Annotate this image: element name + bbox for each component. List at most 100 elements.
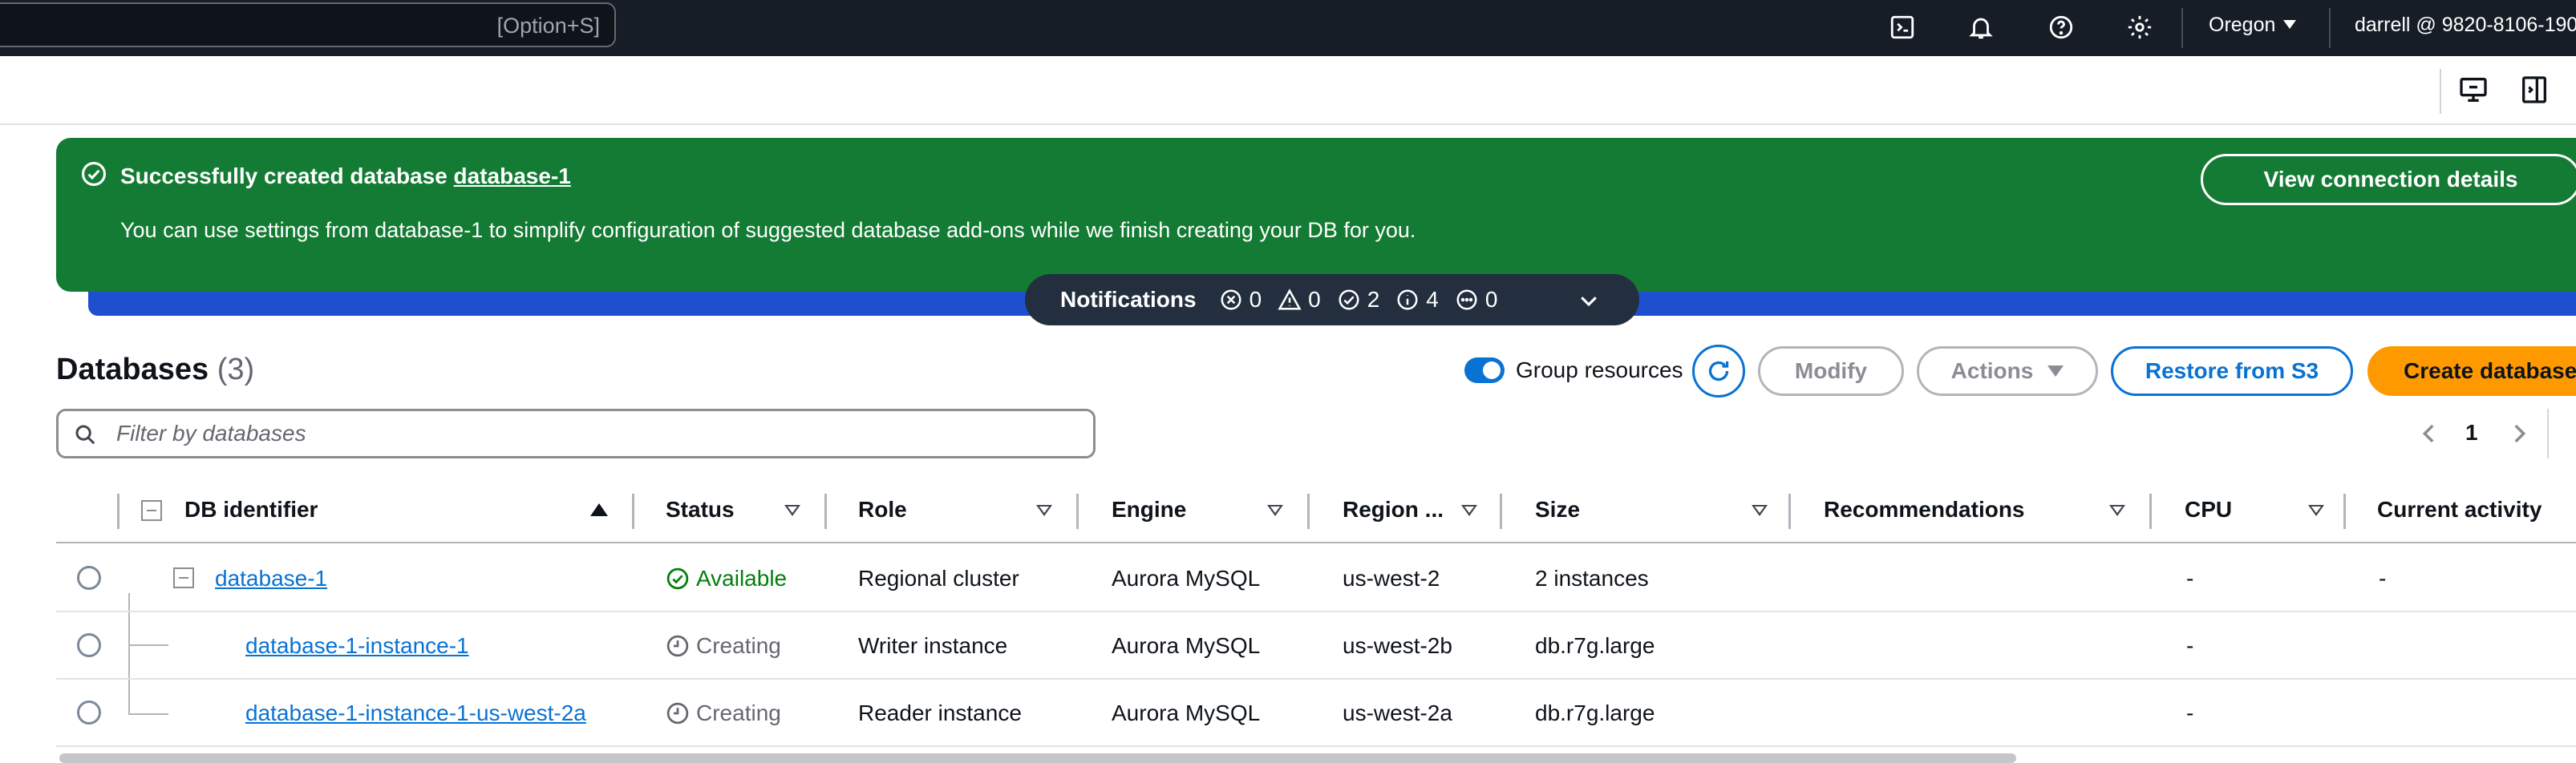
caret-down-icon xyxy=(2047,365,2064,377)
pagination-divider xyxy=(2547,409,2549,458)
sort-icon[interactable] xyxy=(1752,505,1768,516)
cloudshell-icon[interactable] xyxy=(1885,10,1920,45)
status-badge: Creating xyxy=(666,633,781,659)
error-count: 0 xyxy=(1249,287,1262,312)
in-progress-icon xyxy=(1456,289,1477,310)
role-cell: Reader instance xyxy=(858,700,1022,725)
notif-success-count: 2 xyxy=(1337,287,1379,313)
sort-icon[interactable] xyxy=(1267,505,1283,516)
toolbar-divider xyxy=(2440,69,2441,114)
column-separator xyxy=(1500,494,1502,529)
sort-icon[interactable] xyxy=(1461,505,1477,516)
engine-cell: Aurora MySQL xyxy=(1112,700,1261,725)
region-selector[interactable]: Oregon xyxy=(2209,14,2297,37)
sort-icon[interactable] xyxy=(784,505,800,516)
clock-icon xyxy=(666,635,689,657)
current-page[interactable]: 1 xyxy=(2465,420,2478,446)
cpu-cell: - xyxy=(2186,633,2194,658)
chevron-right-icon[interactable] xyxy=(2505,420,2533,447)
account-menu[interactable]: darrell @ 9820-8106-190 xyxy=(2355,14,2576,37)
chevron-down-icon[interactable] xyxy=(1577,289,1601,313)
account-label: darrell @ 9820-8106-190 xyxy=(2355,14,2576,36)
col-engine[interactable]: Engine xyxy=(1112,497,1186,523)
row-select-radio[interactable] xyxy=(77,566,101,590)
sort-icon[interactable] xyxy=(2109,505,2125,516)
filter-field[interactable] xyxy=(56,409,1096,458)
status-badge: Available xyxy=(666,566,787,591)
help-icon[interactable] xyxy=(2043,10,2079,45)
column-separator xyxy=(1788,494,1791,529)
refresh-icon xyxy=(1708,361,1729,382)
nav-divider xyxy=(2329,8,2331,48)
region-cell: us-west-2 xyxy=(1343,566,1440,591)
view-connection-details-button[interactable]: View connection details xyxy=(2201,154,2576,205)
region-cell: us-west-2a xyxy=(1343,700,1452,725)
col-cpu[interactable]: CPU xyxy=(2185,497,2232,523)
table-row[interactable]: database-1-instance-1 Creating Writer in… xyxy=(56,612,2576,680)
group-resources-toggle[interactable] xyxy=(1464,357,1505,383)
sort-icon[interactable] xyxy=(1036,505,1052,516)
db-identifier-link[interactable]: database-1-instance-1-us-west-2a xyxy=(245,700,586,726)
column-separator xyxy=(2149,494,2152,529)
col-region[interactable]: Region ... xyxy=(1343,497,1444,523)
engine-cell: Aurora MySQL xyxy=(1112,566,1261,591)
status-text: Creating xyxy=(696,700,781,725)
flash-title-text: Successfully created database xyxy=(120,164,448,188)
row-select-radio[interactable] xyxy=(77,700,101,725)
filter-input[interactable] xyxy=(116,418,1079,450)
success-icon xyxy=(1339,289,1359,310)
flash-database-link[interactable]: database-1 xyxy=(454,164,571,188)
engine-cell: Aurora MySQL xyxy=(1112,633,1261,658)
restore-from-s3-button[interactable]: Restore from S3 xyxy=(2111,346,2353,396)
notifications-bar[interactable]: Notifications 0 0 2 4 0 xyxy=(1025,274,1639,325)
column-separator xyxy=(2343,494,2346,529)
chevron-down-icon xyxy=(2283,20,2297,29)
table-row[interactable]: database-1 Available Regional cluster Au… xyxy=(56,545,2576,612)
db-identifier-link[interactable]: database-1-instance-1 xyxy=(245,633,469,659)
cpu-cell: - xyxy=(2186,566,2194,591)
notif-error-count: 0 xyxy=(1219,287,1262,313)
databases-count: (3) xyxy=(217,353,255,386)
warning-icon xyxy=(1278,289,1302,310)
info-icon xyxy=(1397,289,1418,310)
collapse-icon[interactable] xyxy=(173,567,194,588)
column-separator xyxy=(824,494,827,529)
split-panel-icon[interactable] xyxy=(2457,74,2493,109)
row-select-radio[interactable] xyxy=(77,633,101,657)
notif-warning-count: 0 xyxy=(1278,287,1321,313)
role-cell: Writer instance xyxy=(858,633,1008,658)
actions-button[interactable]: Actions xyxy=(1917,346,2098,396)
create-database-button[interactable]: Create database xyxy=(2367,346,2576,396)
modify-button[interactable]: Modify xyxy=(1758,346,1904,396)
gear-icon[interactable] xyxy=(2122,10,2157,45)
db-identifier-link[interactable]: database-1 xyxy=(215,566,327,591)
tools-panel-icon[interactable] xyxy=(2518,74,2554,109)
info-count: 4 xyxy=(1426,287,1439,312)
notif-in-progress-count: 0 xyxy=(1455,287,1497,313)
status-text: Available xyxy=(696,566,788,591)
bell-icon[interactable] xyxy=(1963,10,1999,45)
col-current-activity[interactable]: Current activity xyxy=(2377,497,2542,523)
success-flash-banner: Successfully created database database-1… xyxy=(56,138,2576,292)
table-header: DB identifier Status Role Engine Region … xyxy=(56,479,2576,543)
col-status[interactable]: Status xyxy=(666,497,735,523)
sort-ascending-icon[interactable] xyxy=(590,503,608,516)
search-input[interactable]: [Option+S] xyxy=(0,2,616,47)
collapse-all-icon[interactable] xyxy=(141,500,162,521)
success-status-icon xyxy=(666,567,689,590)
col-db-identifier[interactable]: DB identifier xyxy=(184,497,318,523)
col-size[interactable]: Size xyxy=(1535,497,1580,523)
clock-icon xyxy=(666,702,689,725)
col-recommendations[interactable]: Recommendations xyxy=(1824,497,2025,523)
activity-cell: - xyxy=(2379,566,2387,591)
size-cell: 2 instances xyxy=(1535,566,1649,591)
sort-icon[interactable] xyxy=(2308,505,2324,516)
horizontal-scrollbar[interactable] xyxy=(59,753,2016,763)
col-role[interactable]: Role xyxy=(858,497,907,523)
top-navigation: [Option+S] Oregon darrell @ 9820-8106-19… xyxy=(0,0,2576,56)
flash-message: You can use settings from database-1 to … xyxy=(120,218,1416,242)
chevron-left-icon[interactable] xyxy=(2416,420,2443,447)
refresh-button[interactable] xyxy=(1692,345,1745,398)
status-badge: Creating xyxy=(666,700,781,726)
table-row[interactable]: database-1-instance-1-us-west-2a Creatin… xyxy=(56,680,2576,747)
